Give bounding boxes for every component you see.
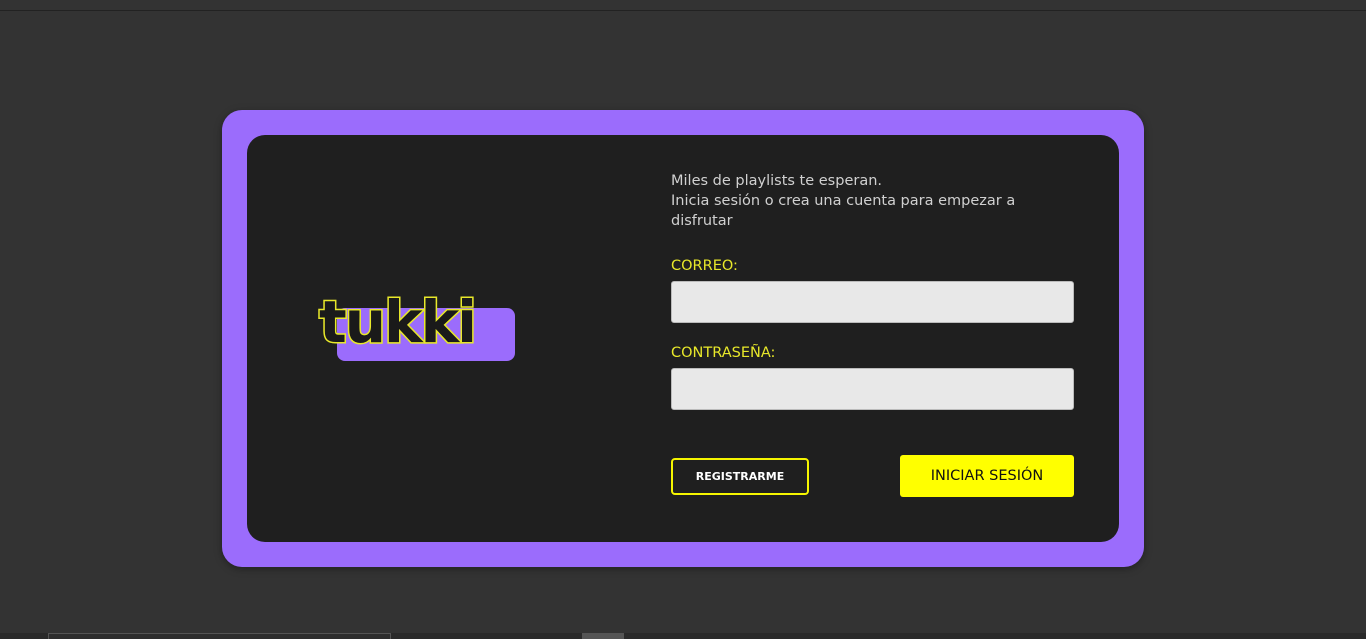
- tukki-logo: tukki: [315, 290, 520, 365]
- login-form: Miles de playlists te esperan. Inicia se…: [671, 171, 1074, 497]
- password-label: CONTRASEÑA:: [671, 345, 776, 361]
- intro-text: Miles de playlists te esperan. Inicia se…: [671, 171, 1051, 231]
- taskbar-item[interactable]: [582, 633, 624, 639]
- taskbar: [0, 633, 1366, 639]
- register-button[interactable]: REGISTRARME: [671, 458, 809, 495]
- password-field[interactable]: [671, 368, 1074, 410]
- intro-line-2: Inicia sesión o crea una cuenta para emp…: [671, 193, 1016, 229]
- login-button[interactable]: INICIAR SESIÓN: [900, 455, 1074, 497]
- intro-line-1: Miles de playlists te esperan.: [671, 173, 883, 189]
- logo-wordmark: tukki: [319, 290, 475, 356]
- login-card: tukki Miles de playlists te esperan. Ini…: [247, 135, 1119, 542]
- login-card-frame: tukki Miles de playlists te esperan. Ini…: [222, 110, 1144, 567]
- email-label: CORREO:: [671, 258, 738, 274]
- top-bar: [0, 0, 1366, 11]
- email-field[interactable]: [671, 281, 1074, 323]
- taskbar-item[interactable]: [48, 633, 391, 639]
- tukki-logo-graphic: tukki: [318, 290, 515, 361]
